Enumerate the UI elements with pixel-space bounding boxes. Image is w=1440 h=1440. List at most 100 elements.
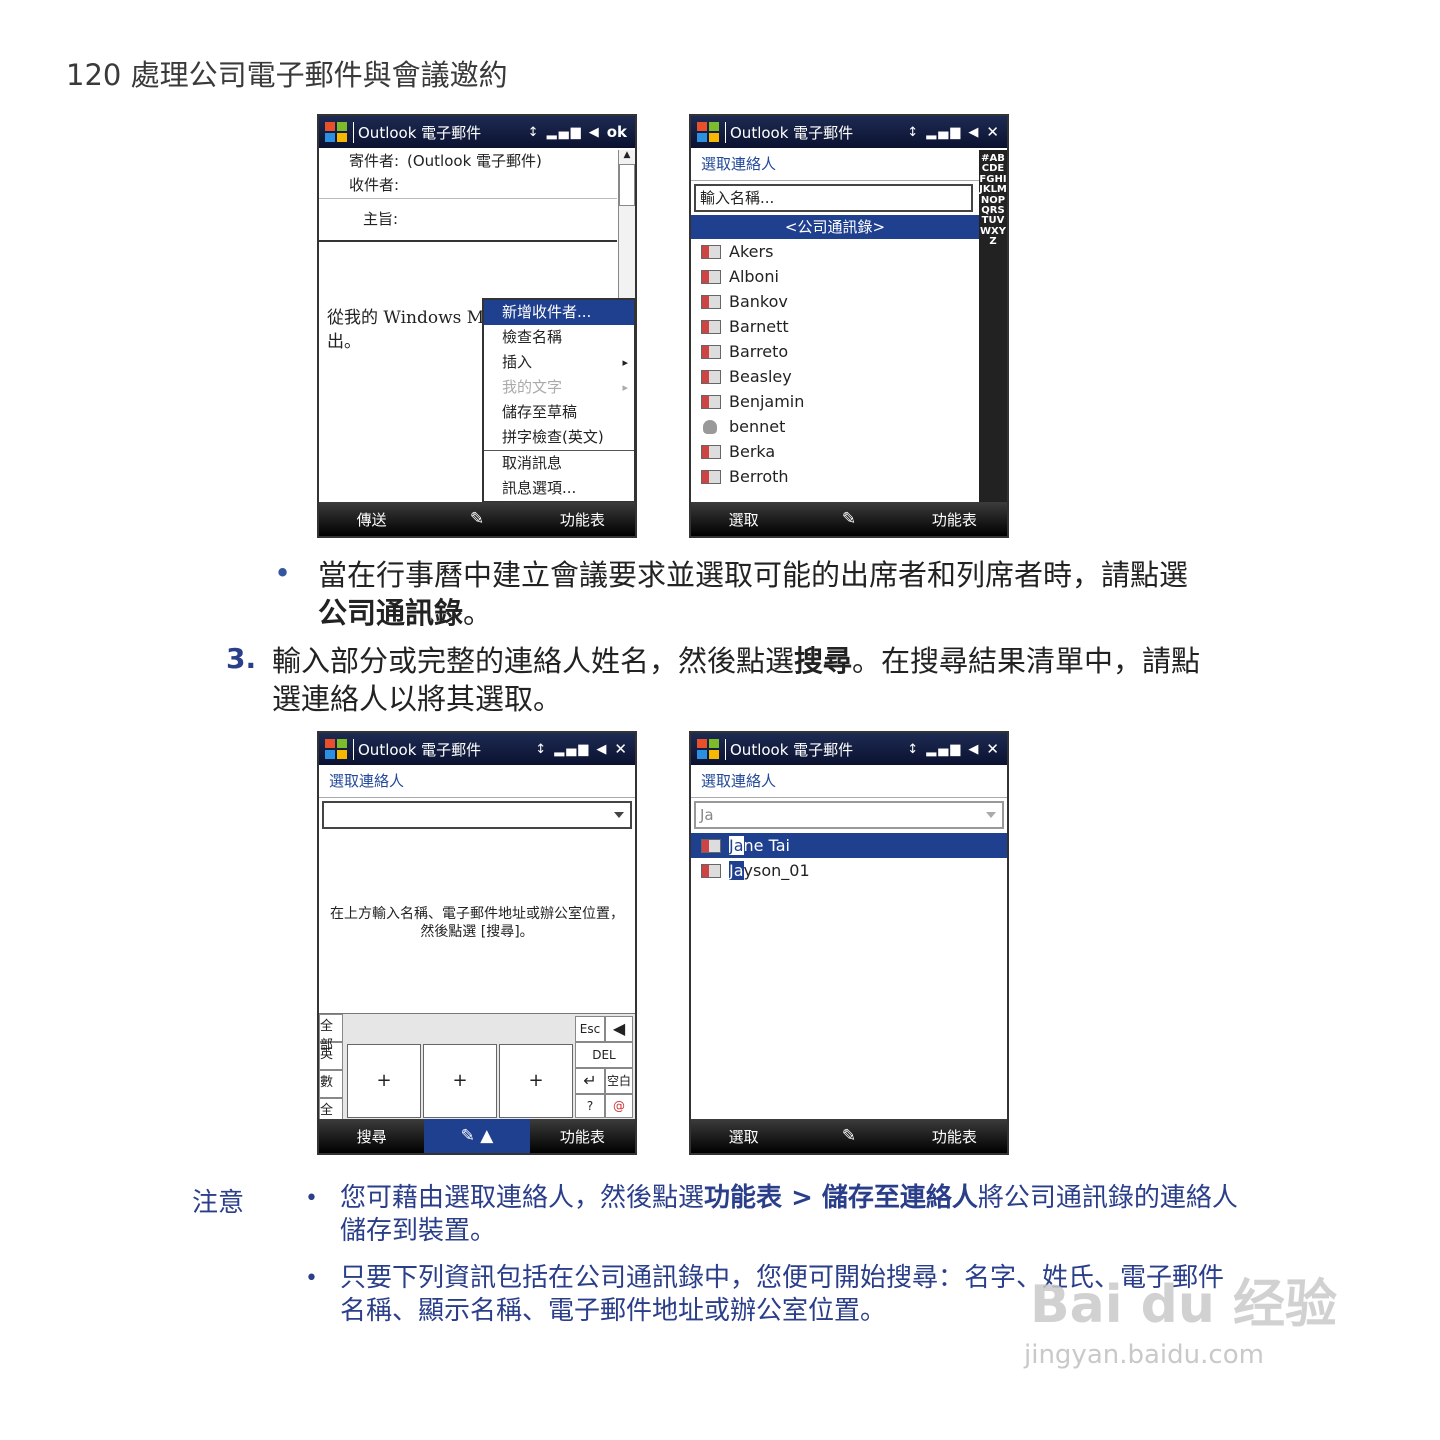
scroll-thumb[interactable] bbox=[619, 164, 635, 206]
note-1-line-2: 儲存到裝置。 bbox=[340, 1216, 497, 1246]
windows-start-icon[interactable] bbox=[325, 739, 347, 759]
menu-item-save-draft[interactable]: 儲存至草稿 bbox=[484, 400, 634, 425]
menu-softkey[interactable]: 功能表 bbox=[530, 1126, 635, 1147]
from-label: 寄件者: bbox=[349, 152, 400, 170]
input-panel-icon[interactable]: ✎ bbox=[796, 1126, 901, 1146]
menu-item-add-recipient[interactable]: 新增收件者... bbox=[484, 300, 634, 325]
enter-icon[interactable]: ↵ bbox=[575, 1068, 605, 1094]
list-item[interactable]: Beasley bbox=[691, 364, 1007, 389]
contact-name: ne Tai bbox=[743, 836, 790, 855]
select-contact-header: 選取連絡人 bbox=[691, 148, 979, 181]
windows-start-icon[interactable] bbox=[325, 122, 347, 142]
chevron-down-icon[interactable] bbox=[614, 812, 624, 818]
contact-card-icon bbox=[701, 838, 721, 853]
handwriting-box-1[interactable]: + bbox=[347, 1044, 421, 1118]
contact-card-icon bbox=[701, 244, 721, 259]
screen-select-contact-list: Outlook 電子郵件 ↕ ▂▄▆ ◀ ✕ 選取連絡人 輸入名稱... <公司… bbox=[689, 114, 1009, 538]
watermark-url: jingyan.baidu.com bbox=[1024, 1340, 1264, 1370]
soft-key-bar: 傳送 ✎ 功能表 bbox=[319, 502, 635, 536]
page-header: 120 處理公司電子郵件與會議邀約 bbox=[66, 58, 508, 92]
to-row[interactable]: 收件者: bbox=[319, 174, 617, 199]
symbol-icon[interactable]: @ bbox=[605, 1094, 633, 1118]
list-item[interactable]: Barnett bbox=[691, 314, 1007, 339]
list-item[interactable]: Ja ne Tai bbox=[691, 833, 1007, 858]
step-text-a: 輸入部分或完整的連絡人姓名，然後點選 bbox=[272, 644, 795, 678]
alphabet-index[interactable]: #ABCDEFGHIJKLMNOPQRSTUVWXYZ bbox=[979, 150, 1007, 502]
kb-esc-key[interactable]: Esc bbox=[575, 1016, 605, 1042]
contact-card-icon bbox=[701, 344, 721, 359]
list-item[interactable]: Berroth bbox=[691, 464, 1007, 489]
contact-name: Barnett bbox=[729, 317, 789, 336]
name-input[interactable]: 輸入名稱... bbox=[694, 184, 973, 212]
title-bar: Outlook 電子郵件 ↕ ▂▄▆ ◀ ✕ bbox=[691, 116, 1007, 148]
person-icon bbox=[703, 419, 717, 434]
windows-start-icon[interactable] bbox=[697, 122, 719, 142]
scroll-up-icon[interactable]: ▲ bbox=[619, 150, 635, 164]
kb-question-key[interactable]: ? bbox=[575, 1094, 605, 1118]
search-input[interactable] bbox=[322, 801, 632, 829]
close-icon[interactable]: ✕ bbox=[986, 123, 999, 141]
windows-start-icon[interactable] bbox=[697, 739, 719, 759]
company-directory-bar[interactable]: <公司通訊錄> bbox=[691, 215, 979, 239]
bullet-line-1: 當在行事曆中建立會議要求並選取可能的出席者和列席者時，請點選 bbox=[318, 558, 1189, 592]
close-icon[interactable]: ✕ bbox=[986, 740, 999, 758]
app-title: Outlook 電子郵件 bbox=[725, 121, 907, 143]
backspace-icon[interactable]: ◀ bbox=[605, 1016, 633, 1042]
list-item[interactable]: Alboni bbox=[691, 264, 1007, 289]
handwriting-box-3[interactable]: + bbox=[499, 1044, 573, 1118]
list-item[interactable]: Akers bbox=[691, 239, 1007, 264]
menu-softkey[interactable]: 功能表 bbox=[902, 1126, 1007, 1147]
close-icon[interactable]: ✕ bbox=[614, 740, 627, 758]
screen-search-contact: Outlook 電子郵件 ↕ ▂▄▆ ◀ ✕ 選取連絡人 在上方輸入名稱、電子郵… bbox=[317, 731, 637, 1155]
contact-name: Berroth bbox=[729, 467, 789, 486]
contact-name: Barreto bbox=[729, 342, 789, 361]
kb-del-key[interactable]: DEL bbox=[575, 1042, 633, 1068]
contact-card-icon bbox=[701, 394, 721, 409]
menu-item-spell-check[interactable]: 拼字檢查(英文) bbox=[484, 425, 634, 451]
kb-english-key[interactable]: 英 bbox=[319, 1042, 343, 1070]
select-softkey[interactable]: 選取 bbox=[691, 1126, 796, 1147]
contact-card-icon bbox=[701, 469, 721, 484]
send-softkey[interactable]: 傳送 bbox=[319, 509, 424, 530]
chevron-down-icon[interactable] bbox=[986, 812, 996, 818]
app-title: Outlook 電子郵件 bbox=[725, 738, 907, 760]
list-item[interactable]: bennet bbox=[691, 414, 1007, 439]
list-item[interactable]: Bankov bbox=[691, 289, 1007, 314]
contact-name: yson_01 bbox=[743, 861, 810, 880]
ok-button[interactable]: ok bbox=[607, 123, 627, 141]
contact-name: Berka bbox=[729, 442, 776, 461]
menu-softkey[interactable]: 功能表 bbox=[902, 509, 1007, 530]
list-item[interactable]: Berka bbox=[691, 439, 1007, 464]
bullet-line-2: 公司通訊錄。 bbox=[318, 594, 1318, 632]
app-title: Outlook 電子郵件 bbox=[353, 121, 528, 143]
search-input[interactable]: Ja bbox=[694, 801, 1004, 829]
from-row: 寄件者: (Outlook 電子郵件) bbox=[319, 150, 617, 172]
input-panel-icon[interactable]: ✎ bbox=[424, 509, 529, 529]
bullet-paragraph: 當在行事曆中建立會議要求並選取可能的出席者和列席者時，請點選 公司通訊錄。 bbox=[318, 556, 1318, 632]
list-item[interactable]: Barreto bbox=[691, 339, 1007, 364]
message-body[interactable]: 從我的 Windows M 出。 bbox=[327, 306, 484, 354]
menu-softkey[interactable]: 功能表 bbox=[530, 509, 635, 530]
subject-row[interactable]: 主旨: bbox=[319, 208, 617, 242]
kb-space-key[interactable]: 空白 bbox=[605, 1068, 633, 1094]
kb-number-key[interactable]: 數 bbox=[319, 1070, 343, 1098]
kb-all-key[interactable]: 全部 bbox=[319, 1014, 343, 1053]
contact-name: Benjamin bbox=[729, 392, 805, 411]
search-softkey[interactable]: 搜尋 bbox=[319, 1126, 424, 1147]
search-input-value: Ja bbox=[700, 806, 714, 824]
input-panel-icon[interactable]: ✎ ▲ bbox=[424, 1119, 530, 1153]
menu-item-insert[interactable]: 插入 bbox=[484, 350, 634, 375]
list-item[interactable]: Ja yson_01 bbox=[691, 858, 1007, 883]
bullet-end: 。 bbox=[463, 596, 493, 630]
list-item[interactable]: Benjamin bbox=[691, 389, 1007, 414]
kb-side-column: 全部 英 數 全 bbox=[319, 1014, 343, 1124]
soft-key-bar: 搜尋 ✎ ▲ 功能表 bbox=[319, 1119, 635, 1153]
menu-item-message-options[interactable]: 訊息選項... bbox=[484, 476, 634, 501]
menu-item-cancel-message[interactable]: 取消訊息 bbox=[484, 451, 634, 476]
handwriting-box-2[interactable]: + bbox=[423, 1044, 497, 1118]
menu-item-check-names[interactable]: 檢查名稱 bbox=[484, 325, 634, 350]
input-panel-icon[interactable]: ✎ bbox=[796, 509, 901, 529]
step-number: 3. bbox=[226, 642, 257, 675]
body-line-2: 出。 bbox=[327, 332, 361, 352]
select-softkey[interactable]: 選取 bbox=[691, 509, 796, 530]
